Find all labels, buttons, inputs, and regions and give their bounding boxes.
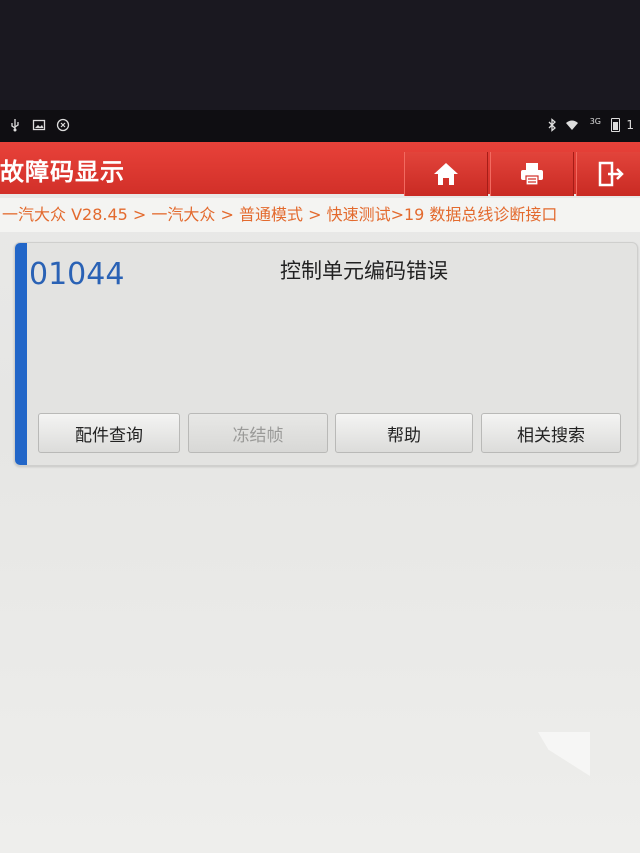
fault-code-card: 01044 控制单元编码错误 配件查询 冻结帧 帮助 相关搜索 [14,242,638,466]
usb-icon [8,118,22,132]
parts-query-button[interactable]: 配件查询 [38,413,180,453]
home-icon [434,163,458,185]
fault-description: 控制单元编码错误 [280,259,448,283]
signal-icon: 3G [585,117,605,132]
battery-icon [611,118,621,132]
related-search-button[interactable]: 相关搜索 [481,413,621,453]
page-title: 故障码显示 [0,158,125,186]
breadcrumb: 一汽大众 V28.45 > 一汽大众 > 普通模式 > 快速测试>19 数据总线… [0,198,640,232]
app-icon [56,118,70,132]
title-bar: 故障码显示 [0,142,640,196]
fault-code: 01044 [29,257,125,292]
print-button[interactable] [490,152,574,196]
app-window: 故障码显示 一汽大众 V28.45 > 一汽大众 > 普通模式 > 快速测试>1… [0,142,640,853]
clock-partial: 1 [626,118,634,132]
exit-button[interactable] [576,152,640,196]
image-icon [32,118,46,132]
network-label: 3G [589,117,601,126]
wifi-icon [565,118,579,132]
print-icon [521,163,543,186]
freeze-frame-button[interactable]: 冻结帧 [188,413,328,453]
exit-icon [598,161,624,187]
bluetooth-icon [545,118,559,132]
screen-glare [538,732,590,776]
home-button[interactable] [404,152,488,196]
status-bar: 3G 1 [0,110,640,142]
card-accent-bar [15,243,27,465]
help-button[interactable]: 帮助 [335,413,473,453]
device-screen: 3G 1 故障码显示 一汽大众 V28.45 > 一汽大众 > 普通模式 > 快… [0,0,640,853]
